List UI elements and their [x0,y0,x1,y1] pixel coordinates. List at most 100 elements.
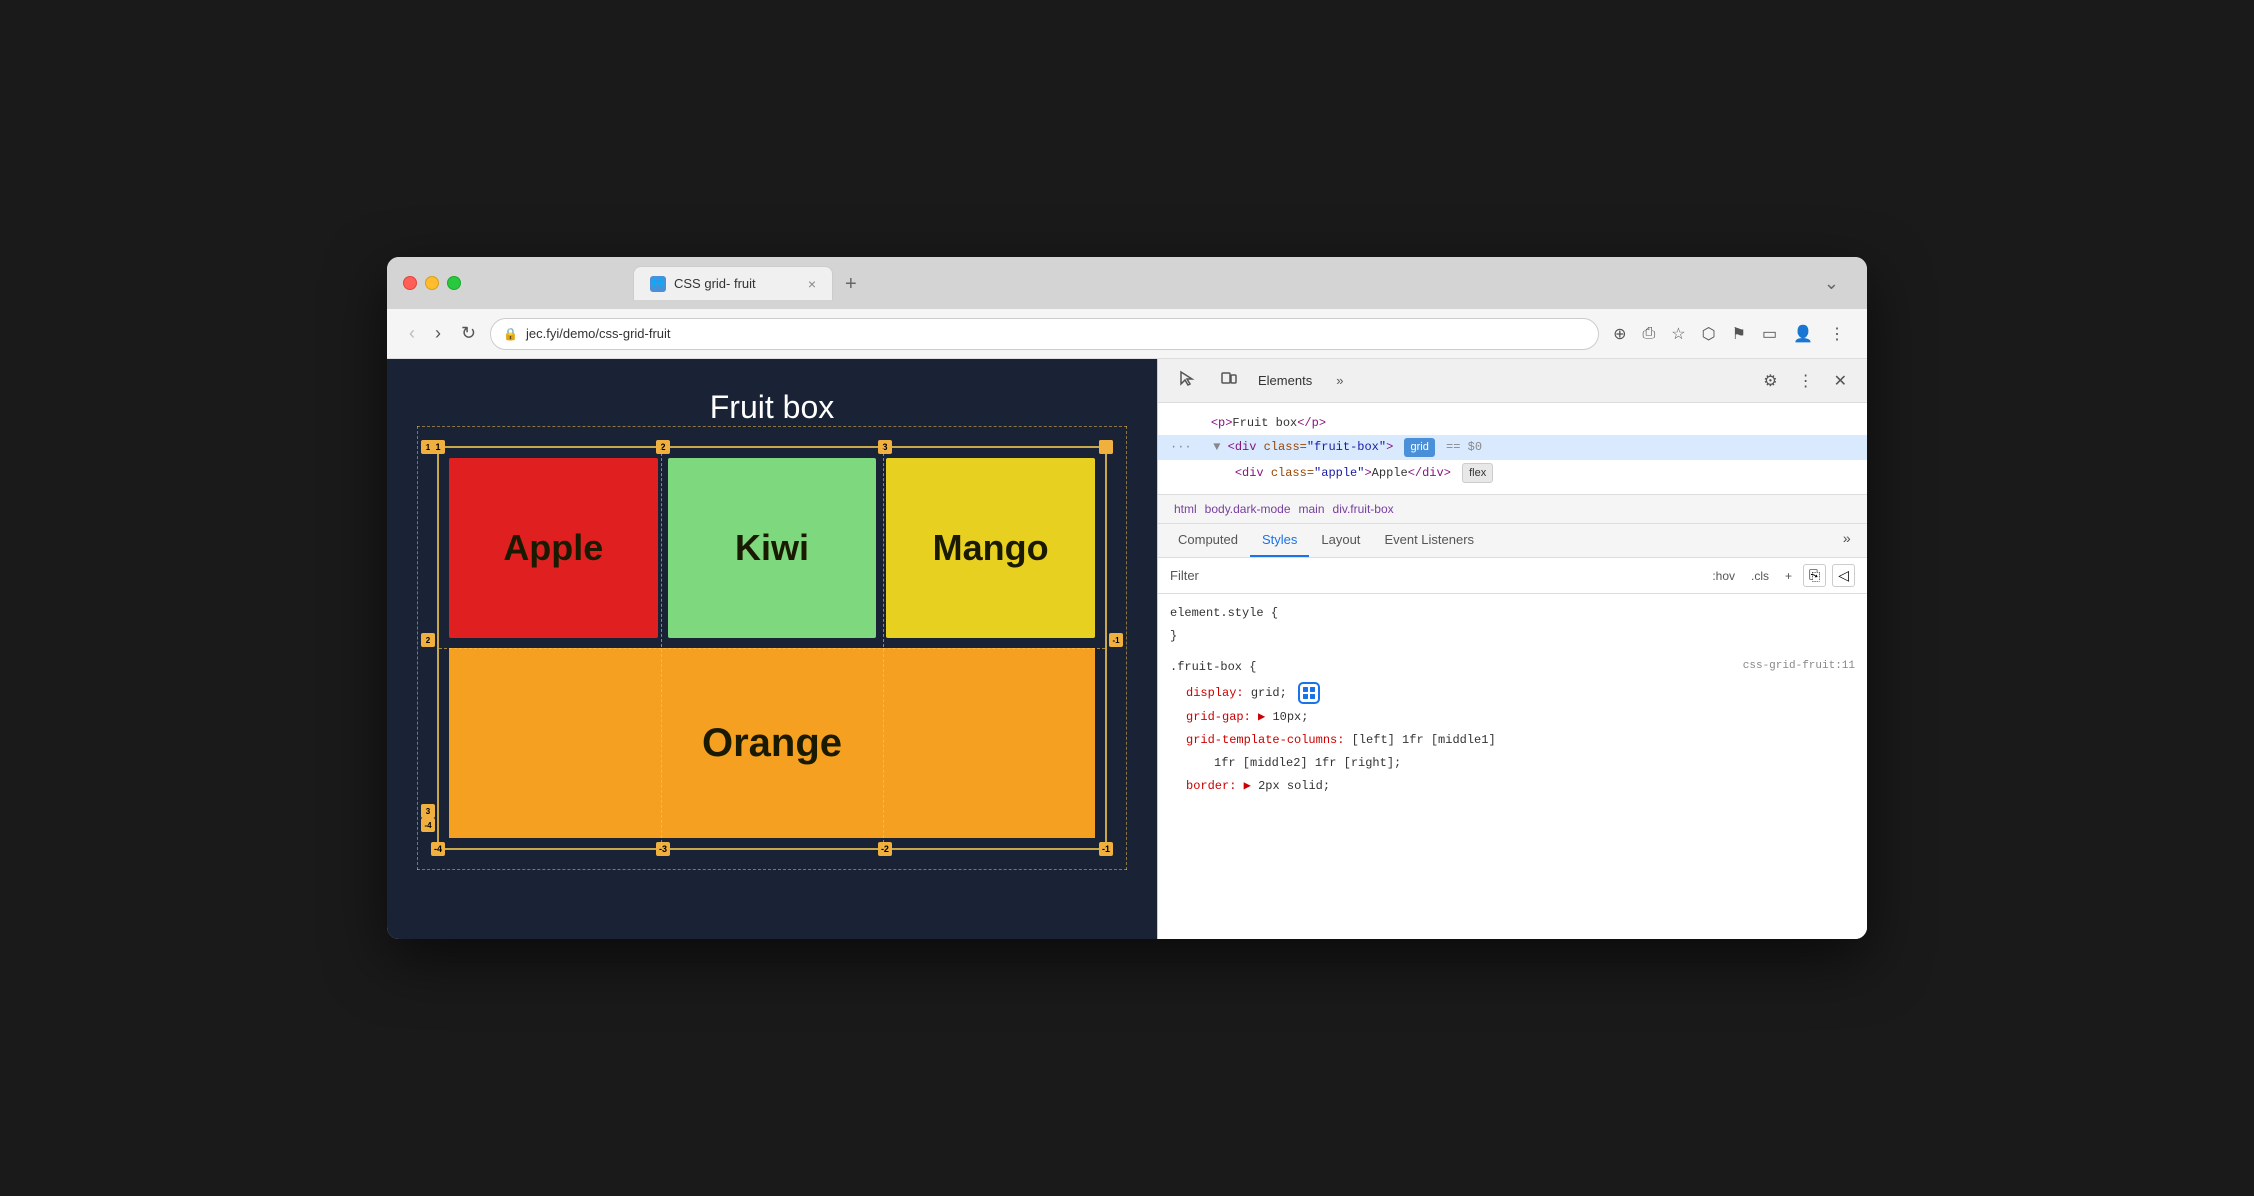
dom-ellipsis: ··· [1170,440,1192,454]
address-bar[interactable]: 🔒 jec.fyi/demo/css-grid-fruit [490,318,1599,350]
chrome-flag-button[interactable]: ⚑ [1726,320,1752,348]
extensions-button[interactable]: ⬡ [1696,320,1722,348]
bookmark-button[interactable]: ☆ [1665,320,1691,348]
tab-event-listeners[interactable]: Event Listeners [1372,524,1486,557]
orange-cell: Orange [449,648,1095,838]
css-gtc-val1: [left] 1fr [middle1] [1352,733,1496,747]
devtools-right-buttons: ⚙ ⋮ ✕ [1755,367,1855,395]
css-rule-element-style: element.style { [1158,602,1867,625]
badge-neg2-bottom: -2 [878,842,892,856]
tab-elements[interactable]: Elements [1254,369,1316,392]
filter-bar: Filter :hov .cls + ⎘ ◁ [1158,558,1867,594]
close-button[interactable] [403,276,417,290]
dom-dollar-zero: $0 [1468,440,1482,454]
css-gtc-val2: 1fr [middle2] 1fr [right]; [1214,756,1401,770]
breadcrumb-html[interactable]: html [1170,500,1201,518]
dom-line-p: <p>Fruit box</p> [1158,411,1867,435]
breadcrumb-bar: html body.dark-mode main div.fruit-box [1158,495,1867,524]
mango-cell: Mango [886,458,1095,638]
badge-2-left: 2 [421,633,435,647]
css-source-link[interactable]: css-grid-fruit:11 [1743,658,1855,676]
tab-more[interactable]: » [1332,369,1347,392]
devtools-settings-button[interactable]: ⚙ [1755,367,1785,395]
css-prop-grid-gap: grid-gap: ▶ 10px; [1158,706,1867,729]
devtools-panel: Elements » ⚙ ⋮ ✕ <p>Fruit box</p> ·· [1157,359,1867,939]
maximize-button[interactable] [447,276,461,290]
badge-neg4-bottom: -4 [431,842,445,856]
filter-label: Filter [1170,568,1699,583]
fruit-row-1: Apple Kiwi Mango [439,448,1105,648]
css-prop-display: display: grid; [1158,680,1867,706]
dom-text-fruitbox: Fruit box [1232,416,1297,430]
badge-3-top: 3 [878,440,892,454]
dom-equals: == [1446,440,1468,454]
css-grid-gap-triangle[interactable]: ▶ [1258,710,1272,724]
window-menu-button[interactable]: ⌄ [1812,273,1851,294]
dom-line-div-apple[interactable]: <div class="apple">Apple</div> flex [1158,460,1867,487]
new-tab-button[interactable]: + [833,268,869,300]
css-gtc-prop: grid-template-columns: [1186,733,1344,747]
share-button[interactable]: ⎙ [1636,321,1661,347]
add-style-button[interactable]: + [1780,566,1797,586]
css-grid-gap-prop: grid-gap: [1186,710,1251,724]
tab-styles[interactable]: Styles [1250,524,1309,557]
toggle-print-button[interactable]: ◁ [1832,564,1855,587]
active-tab[interactable]: 🌐 CSS grid- fruit × [633,266,833,300]
css-content: element.style { } .fruit-box { css-grid-… [1158,594,1867,939]
css-selector-element: element.style { [1170,606,1278,620]
inspect-element-button[interactable] [1170,365,1204,396]
dom-apple-val: "apple" [1314,466,1364,480]
tab-close-button[interactable]: × [808,277,816,291]
kiwi-cell: Kiwi [668,458,877,638]
dom-apple-close: </div> [1408,466,1451,480]
fruit-row-2: Orange [439,648,1105,848]
css-border-prop: border: [1186,779,1236,793]
css-border-val: 2px solid; [1258,779,1330,793]
badge-2-top: 2 [656,440,670,454]
kiwi-label: Kiwi [735,527,809,569]
grid-layout-icon[interactable] [1298,682,1320,704]
dom-div-close-bracket: > [1386,440,1393,454]
devtools-tabs: Elements » [1254,369,1747,392]
sub-tabs-more[interactable]: » [1835,524,1859,557]
dom-tag-p: <p> [1211,416,1233,430]
nav-bar: ‹ › ↻ 🔒 jec.fyi/demo/css-grid-fruit ⊕ ⎙ … [387,309,1867,359]
breadcrumb-body[interactable]: body.dark-mode [1201,500,1295,518]
breadcrumb-div-fruit-box[interactable]: div.fruit-box [1329,500,1398,518]
minimize-button[interactable] [425,276,439,290]
tab-bar: 🌐 CSS grid- fruit × + [473,266,1800,300]
copy-styles-button[interactable]: ⎘ [1803,564,1826,587]
menu-button[interactable]: ⋮ [1823,320,1851,348]
css-rule-fruit-box: .fruit-box { css-grid-fruit:11 [1158,656,1867,679]
dom-expand-triangle[interactable]: ▼ [1213,440,1220,454]
devtools-close-button[interactable]: ✕ [1826,367,1855,395]
grid-line-left [417,426,418,870]
flex-badge[interactable]: flex [1462,463,1493,484]
grid-badge[interactable]: grid [1404,438,1434,457]
hov-button[interactable]: :hov [1707,566,1740,586]
dom-line-div-fruit-box[interactable]: ··· ▼ <div class="fruit-box"> grid == $0 [1158,435,1867,460]
main-area: Fruit box 1 2 3 4 1 2 [387,359,1867,939]
cast-button[interactable]: ▭ [1756,320,1783,348]
breadcrumb-main[interactable]: main [1295,500,1329,518]
profile-button[interactable]: 👤 [1787,320,1819,348]
tab-layout[interactable]: Layout [1309,524,1372,557]
nav-icons: ⊕ ⎙ ☆ ⬡ ⚑ ▭ 👤 ⋮ [1607,320,1851,348]
tab-computed[interactable]: Computed [1166,524,1250,557]
forward-button[interactable]: › [429,319,447,348]
device-toolbar-button[interactable] [1212,365,1246,396]
devtools-more-button[interactable]: ⋮ [1790,367,1822,395]
dom-div-open: <div [1228,440,1264,454]
tab-favicon: 🌐 [650,276,666,292]
zoom-button[interactable]: ⊕ [1607,320,1632,348]
grid-line-top [417,426,1127,427]
reload-button[interactable]: ↻ [455,319,482,348]
badge-m4-left: -4 [421,818,435,832]
css-rule-spacer [1158,648,1867,656]
badge-neg3-bottom: -3 [656,842,670,856]
sub-tabs: Computed Styles Layout Event Listeners » [1158,524,1867,558]
cls-button[interactable]: .cls [1746,566,1774,586]
back-button[interactable]: ‹ [403,319,421,348]
lock-icon: 🔒 [503,327,518,341]
css-border-triangle[interactable]: ▶ [1244,779,1258,793]
